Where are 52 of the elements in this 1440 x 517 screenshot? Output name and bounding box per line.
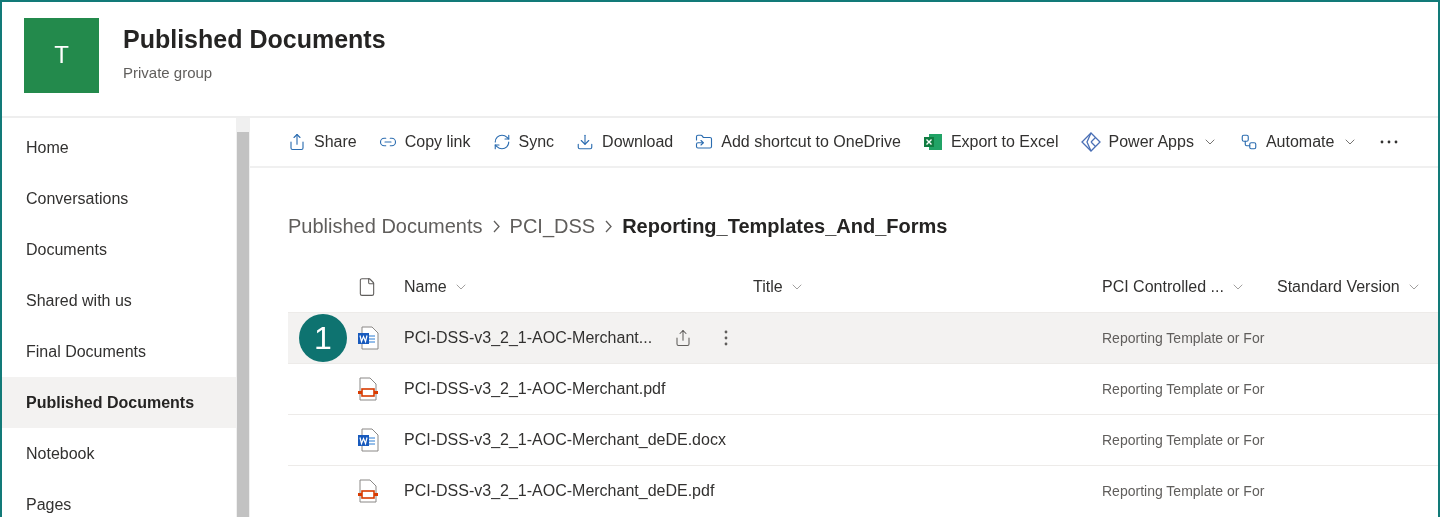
- sidebar-item[interactable]: Shared with us: [2, 275, 236, 326]
- command-button[interactable]: Download: [574, 129, 676, 155]
- share-button[interactable]: [674, 329, 693, 347]
- column-header[interactable]: Title: [753, 278, 805, 296]
- flow-icon: [1239, 133, 1258, 151]
- table-cell-text: Reporting Template or For: [1102, 330, 1266, 346]
- sidebar-item[interactable]: Conversations: [2, 173, 236, 224]
- scrollbar[interactable]: [236, 118, 250, 517]
- site-subtitle: Private group: [123, 64, 214, 81]
- diamond-icon: [1080, 132, 1101, 152]
- command-button[interactable]: Add shortcut to OneDrive: [693, 129, 903, 155]
- file-name-link[interactable]: PCI-DSS-v3_2_1-AOC-Merchant_deDE.pdf: [404, 482, 715, 500]
- sidebar-item[interactable]: Pages: [2, 479, 236, 517]
- pdf-file-icon: [357, 479, 379, 503]
- sidebar-item[interactable]: Published Documents: [2, 377, 236, 428]
- share-icon: [288, 133, 306, 151]
- site-logo: T: [24, 17, 99, 93]
- file-name-link[interactable]: PCI-DSS-v3_2_1-AOC-Merchant_deDE.docx: [404, 431, 726, 449]
- site-title: Published Documents: [123, 25, 386, 54]
- more-icon: [1380, 140, 1399, 144]
- download-icon: [576, 133, 595, 151]
- pdf-file-icon: [357, 377, 379, 401]
- word-file-icon: [357, 428, 379, 452]
- table-cell-text: Reporting Template or For: [1102, 483, 1266, 499]
- breadcrumb-link[interactable]: PCI_DSS: [509, 214, 596, 238]
- command-button[interactable]: Share: [286, 129, 359, 155]
- command-button[interactable]: Power Apps: [1078, 128, 1220, 156]
- breadcrumb-link[interactable]: Reporting_Templates_And_Forms: [622, 214, 948, 238]
- chevron-right-icon: [605, 219, 613, 233]
- column-header[interactable]: PCI Controlled ...: [1102, 278, 1246, 296]
- command-button[interactable]: Copy link: [376, 129, 473, 155]
- sync-icon: [492, 133, 511, 151]
- sidebar-item[interactable]: Home: [2, 122, 236, 173]
- column-header[interactable]: Standard Version: [1277, 278, 1422, 296]
- breadcrumb-link[interactable]: Published Documents: [288, 214, 483, 238]
- spreadsheet-icon: [922, 132, 943, 152]
- command-button[interactable]: Sync: [490, 129, 557, 155]
- command-button[interactable]: Export to Excel: [920, 128, 1061, 156]
- column-header[interactable]: Name: [404, 278, 469, 296]
- sidebar-item[interactable]: Documents: [2, 224, 236, 275]
- command-button[interactable]: Automate: [1237, 129, 1361, 155]
- file-type-icon: [357, 277, 377, 297]
- table-cell-text: Reporting Template or For: [1102, 381, 1266, 397]
- more-button[interactable]: [724, 330, 729, 346]
- chevron-right-icon: [492, 219, 500, 233]
- folder-link-icon: [695, 133, 714, 151]
- file-name-link[interactable]: PCI-DSS-v3_2_1-AOC-Merchant.pdf: [404, 380, 666, 398]
- table-cell-text: Reporting Template or For: [1102, 432, 1266, 448]
- sidebar-item[interactable]: Notebook: [2, 428, 236, 479]
- file-name-link[interactable]: PCI-DSS-v3_2_1-AOC-Merchant...: [404, 329, 653, 347]
- word-file-icon: [357, 326, 379, 350]
- sidebar-item[interactable]: Final Documents: [2, 326, 236, 377]
